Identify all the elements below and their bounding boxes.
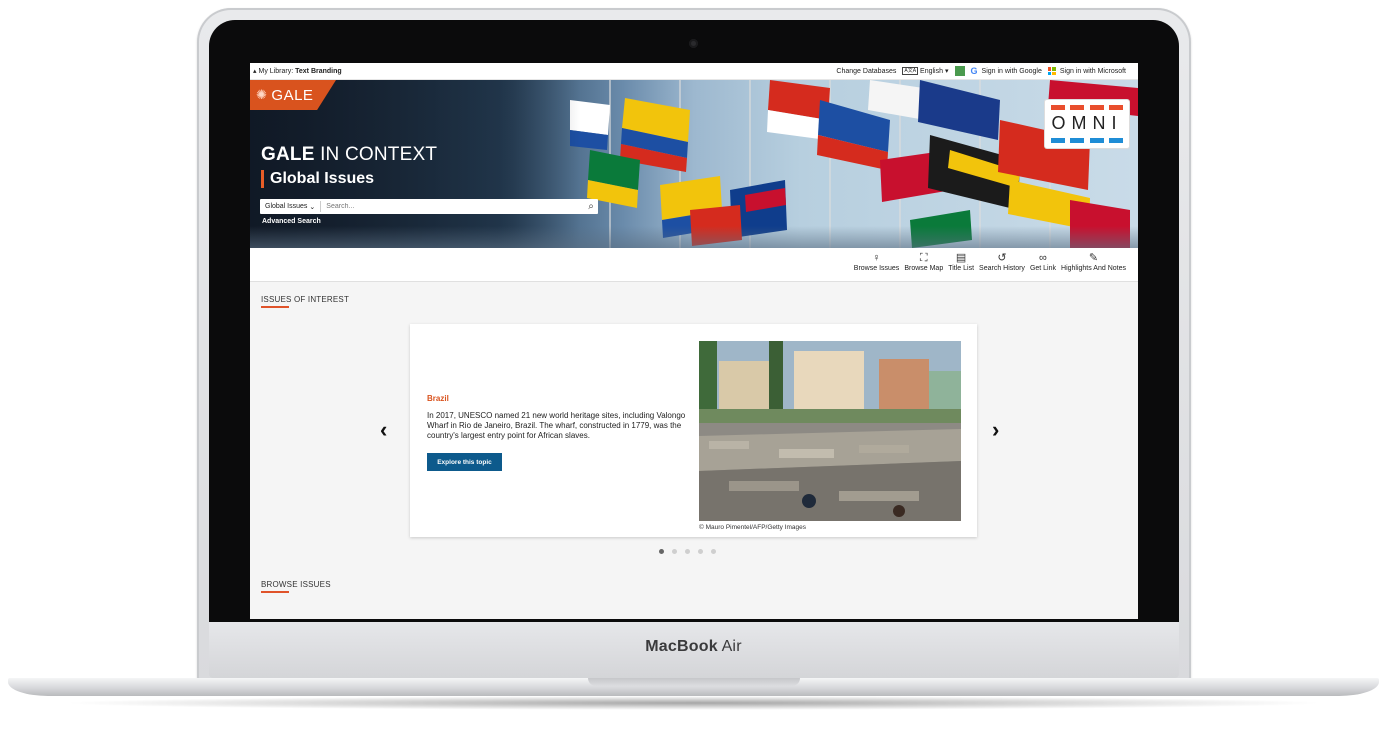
chevron-down-icon: ⌄ [309, 203, 316, 211]
search-bar: Global Issues ⌄ ⌕ [260, 199, 598, 214]
tools-bar: ♀ Browse Issues ⛶ Browse Map ▤ Title Lis… [250, 248, 1138, 282]
sign-in-microsoft-label: Sign in with Microsoft [1059, 67, 1126, 75]
browser-screen: ▴ My Library: Text Branding Change Datab… [250, 63, 1138, 619]
slide-description: In 2017, UNESCO named 21 new world herit… [427, 411, 686, 440]
gale-logo-text: GALE [271, 86, 314, 104]
google-classroom-icon[interactable] [954, 66, 965, 76]
hero-banner: ✺ GALE GALE IN CONTEXT Global Issues Glo… [250, 80, 1138, 248]
photo-credit: © Mauro Pimentel/AFP/Getty Images [699, 524, 807, 531]
my-library-prefix: My Library: [258, 67, 294, 75]
laptop-shadow [60, 696, 1327, 710]
utility-bar: ▴ My Library: Text Branding Change Datab… [250, 63, 1138, 80]
microsoft-icon [1047, 67, 1056, 75]
list-icon: ▤ [955, 252, 967, 264]
tool-get-link[interactable]: ∞ Get Link [1030, 251, 1056, 272]
caret-up-icon: ▴ [253, 68, 257, 75]
hero-ground [250, 226, 1138, 248]
gale-sparkle-icon: ✺ [256, 87, 268, 102]
device-label-light: Air [721, 638, 742, 655]
device-label-bold: MacBook [645, 638, 718, 655]
google-icon: G [970, 66, 978, 76]
tool-highlights-notes[interactable]: ✎ Highlights And Notes [1061, 251, 1126, 272]
tool-browse-map[interactable]: ⛶ Browse Map [904, 251, 943, 272]
change-databases-link[interactable]: Change Databases [836, 68, 896, 75]
product-title-rest: IN CONTEXT [320, 144, 438, 165]
tool-label: Browse Map [904, 265, 944, 272]
carousel-slide: Brazil In 2017, UNESCO named 21 new worl… [410, 324, 977, 537]
carousel-dot[interactable] [672, 549, 677, 554]
my-library-name: Text Branding [295, 67, 342, 75]
search-input[interactable] [321, 200, 584, 213]
section-heading-text: ISSUES OF INTEREST [261, 295, 350, 304]
issues-of-interest-heading: ISSUES OF INTEREST [261, 295, 350, 308]
omni-stripes-bottom [1051, 138, 1123, 143]
tool-title-list[interactable]: ▤ Title List [948, 251, 974, 272]
section-heading-text: BROWSE ISSUES [261, 580, 331, 589]
product-subtitle: Global Issues [261, 170, 374, 188]
sign-in-microsoft[interactable]: Sign in with Microsoft [1047, 67, 1126, 75]
tool-label: Search History [979, 265, 1025, 272]
search-icon[interactable]: ⌕ [584, 201, 598, 212]
tool-label: Title List [948, 265, 975, 272]
search-scope-label: Global Issues [265, 203, 308, 210]
carousel-dots [659, 549, 716, 554]
language-label: English [920, 67, 943, 75]
tool-browse-issues[interactable]: ♀ Browse Issues [854, 251, 900, 272]
link-icon: ∞ [1039, 252, 1047, 264]
sign-in-google[interactable]: G Sign in with Google [971, 66, 1042, 76]
map-icon: ⛶ [919, 252, 928, 264]
slide-topic-title[interactable]: Brazil [427, 394, 449, 403]
language-selector[interactable]: A文A English ▾ [902, 67, 949, 75]
carousel-dot[interactable] [659, 549, 664, 554]
carousel-dot[interactable] [698, 549, 703, 554]
heading-underline [261, 591, 289, 593]
omni-logo-text: OMNI [1051, 113, 1123, 133]
tool-label: Browse Issues [853, 265, 900, 272]
camera-icon [689, 39, 698, 48]
history-icon: ↺ [997, 252, 1007, 264]
omni-stripes-top [1051, 105, 1123, 110]
device-label: MacBook Air [0, 638, 1387, 656]
slide-photo [699, 341, 961, 521]
tool-label: Get Link [1029, 265, 1057, 272]
search-scope-dropdown[interactable]: Global Issues ⌄ [260, 201, 322, 212]
wharf-photo-illustration [699, 341, 961, 521]
chevron-down-icon: ▾ [945, 68, 949, 75]
browse-issues-heading: BROWSE ISSUES [261, 580, 331, 593]
heading-underline [261, 306, 289, 308]
translate-icon: A文A [902, 67, 919, 75]
carousel-dot[interactable] [685, 549, 690, 554]
laptop-notch [588, 678, 800, 686]
pencil-icon: ✎ [1088, 252, 1099, 264]
lightbulb-icon: ♀ [872, 252, 881, 264]
omni-logo: OMNI [1045, 100, 1129, 148]
tool-label: Highlights And Notes [1061, 265, 1126, 272]
advanced-search-link[interactable]: Advanced Search [262, 218, 321, 225]
carousel-dot[interactable] [711, 549, 716, 554]
product-title-bold: GALE [261, 144, 315, 165]
sign-in-google-label: Sign in with Google [981, 67, 1042, 75]
product-title: GALE IN CONTEXT [261, 144, 437, 166]
explore-topic-button[interactable]: Explore this topic [427, 453, 502, 471]
carousel-next-arrow[interactable]: › [992, 417, 999, 443]
tool-search-history[interactable]: ↺ Search History [979, 251, 1025, 272]
my-library[interactable]: ▴ My Library: Text Branding [253, 67, 342, 76]
carousel-prev-arrow[interactable]: ‹ [380, 417, 387, 443]
